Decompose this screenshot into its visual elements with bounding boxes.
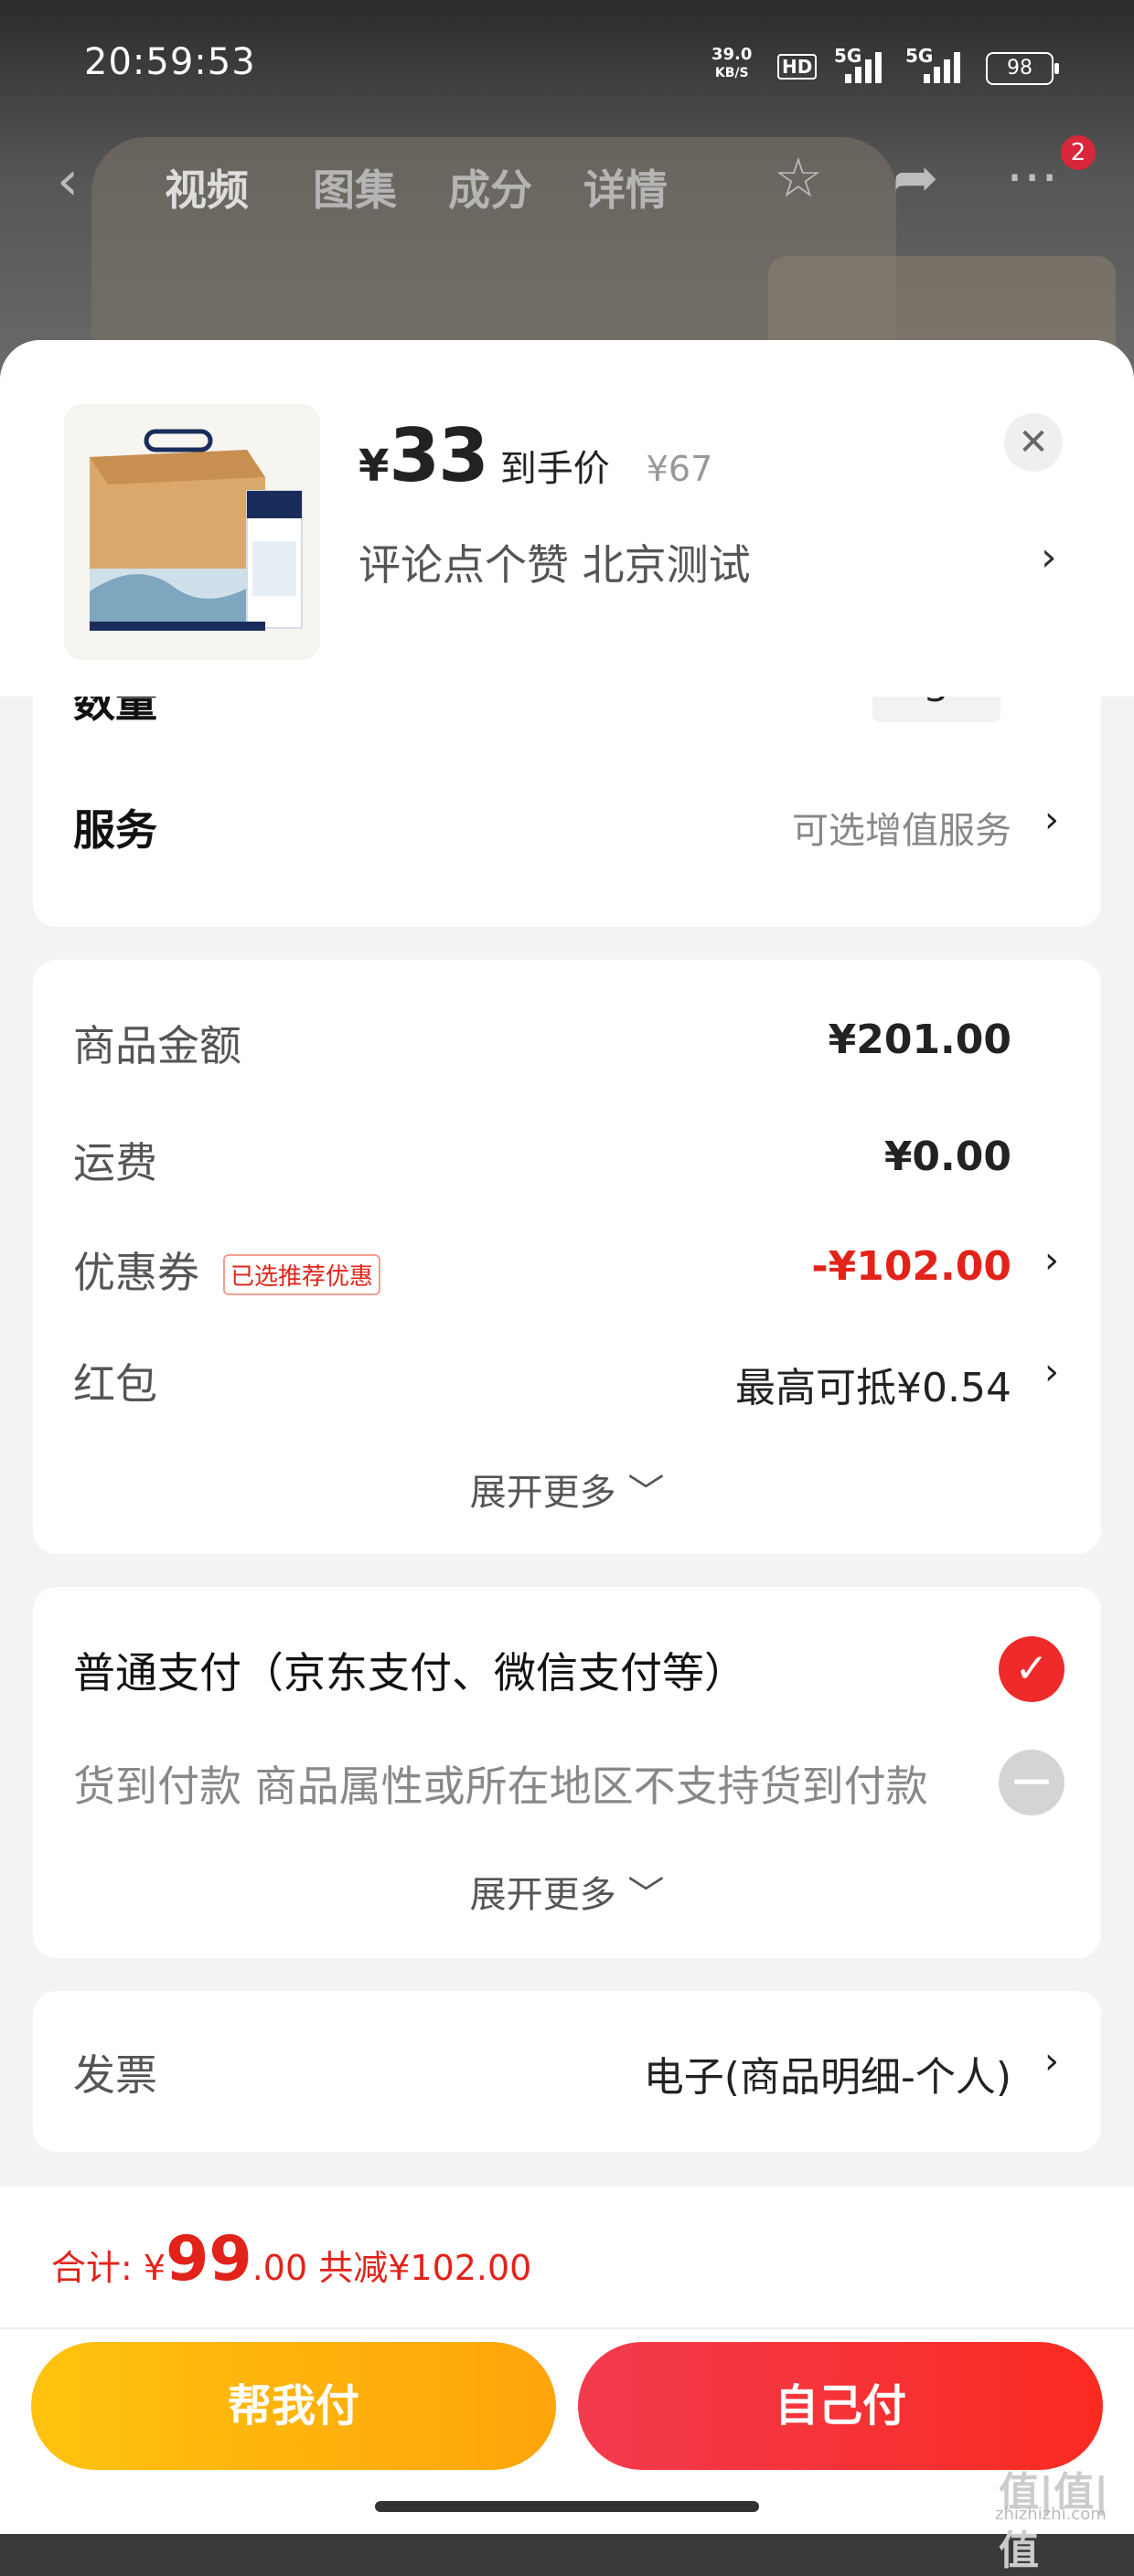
tab-ingredients[interactable]: 成分 xyxy=(448,157,532,218)
chevron-right-icon[interactable]: › xyxy=(1041,534,1057,580)
coupon-label: 优惠券 xyxy=(73,1248,199,1297)
currency-symbol: ¥ xyxy=(358,441,390,492)
favorite-star-icon[interactable]: ☆ xyxy=(774,146,823,210)
expand-more-button[interactable]: 展开更多 ﹀ xyxy=(33,1463,1101,1516)
status-time: 20:59:53 xyxy=(84,41,256,83)
top-nav: ‹ 视频 图集 成分 详情 ☆ ➦ ··· 2 xyxy=(0,135,1134,219)
total-integer: 99 xyxy=(166,2223,252,2295)
back-icon[interactable]: ‹ xyxy=(57,154,79,208)
signal-bars-icon xyxy=(845,50,887,83)
payment-card: 普通支付（京东支付、微信支付等） ✓ 货到付款 商品属性或所在地区不支持货到付款… xyxy=(33,1587,1101,1958)
battery-icon: 98 xyxy=(986,52,1059,85)
disabled-minus-icon: − xyxy=(999,1750,1064,1815)
cod-label: 货到付款 商品属性或所在地区不支持货到付款 xyxy=(73,1762,928,1811)
invoice-value[interactable]: 电子(商品明细-个人) xyxy=(644,2044,1011,2102)
invoice-label: 发票 xyxy=(73,2050,157,2100)
checked-icon[interactable]: ✓ xyxy=(999,1636,1064,1702)
redpacket-value[interactable]: 最高可抵¥0.54 xyxy=(735,1355,1011,1413)
redpacket-label: 红包 xyxy=(73,1359,157,1409)
coupon-value[interactable]: -¥102.00 xyxy=(811,1243,1011,1290)
product-header: ¥33 到手价 ¥67 评论点个赞 北京测试 › ✕ xyxy=(0,340,1134,697)
total-label: 合计: ¥ xyxy=(51,2248,166,2288)
chevron-right-icon[interactable]: › xyxy=(1044,1240,1059,1282)
total-amount: 合计: ¥99.00 共减¥102.00 xyxy=(51,2223,531,2295)
invoice-card[interactable]: 发票 电子(商品明细-个人) › xyxy=(33,1991,1101,2152)
status-bar: 20:59:53 39.0 KB/S HD 5G 5G 98 xyxy=(0,41,1134,96)
product-thumbnail xyxy=(64,404,320,660)
expand-more-button[interactable]: 展开更多 ﹀ xyxy=(33,1865,1101,1918)
goods-amount-label: 商品金额 xyxy=(73,1021,241,1070)
total-decimal: .00 xyxy=(251,2248,308,2288)
tab-video[interactable]: 视频 xyxy=(165,157,249,218)
chevron-down-icon: ﹀ xyxy=(627,1874,665,1916)
total-reduction: 共减¥102.00 xyxy=(307,2248,532,2288)
home-indicator[interactable] xyxy=(375,2501,759,2512)
notification-badge: 2 xyxy=(1061,135,1096,170)
goods-amount-value: ¥201.00 xyxy=(828,1017,1011,1063)
self-pay-button[interactable]: 自己付 xyxy=(578,2342,1103,2470)
network-speed: 39.0 KB/S xyxy=(711,45,753,81)
hd-icon: HD xyxy=(777,54,818,80)
tab-gallery[interactable]: 图集 xyxy=(313,157,397,218)
final-price: 33 xyxy=(389,413,488,498)
watermark-site: zhizhizhi.com xyxy=(995,2505,1107,2524)
service-label: 服务 xyxy=(73,805,157,855)
original-price: ¥67 xyxy=(646,449,713,489)
close-icon[interactable]: ✕ xyxy=(1004,413,1063,472)
tab-details[interactable]: 详情 xyxy=(583,157,668,218)
chevron-right-icon[interactable]: › xyxy=(1044,799,1059,841)
price-label: 到手价 xyxy=(499,448,610,490)
help-pay-button[interactable]: 帮我付 xyxy=(31,2342,556,2470)
footer-divider xyxy=(0,2327,1134,2329)
price-row: ¥33 到手价 ¥67 xyxy=(358,413,713,498)
shipping-label: 运费 xyxy=(73,1138,157,1187)
product-subtitle[interactable]: 评论点个赞 北京测试 xyxy=(358,532,751,592)
amount-card: 商品金额 ¥201.00 运费 ¥0.00 优惠券 已选推荐优惠 -¥102.0… xyxy=(33,960,1101,1554)
more-icon[interactable]: ··· xyxy=(1006,146,1058,210)
service-value[interactable]: 可选增值服务 xyxy=(792,801,1011,854)
chevron-down-icon: ﹀ xyxy=(627,1472,665,1514)
signal-bars-icon-2 xyxy=(924,50,966,83)
chevron-right-icon[interactable]: › xyxy=(1044,2040,1059,2082)
checkout-footer: 合计: ¥99.00 共减¥102.00 帮我付 自己付 xyxy=(0,2187,1134,2534)
normal-pay-label[interactable]: 普通支付（京东支付、微信支付等） xyxy=(73,1640,746,1700)
coupon-tag: 已选推荐优惠 xyxy=(223,1254,381,1295)
share-icon[interactable]: ➦ xyxy=(893,146,938,210)
shipping-value: ¥0.00 xyxy=(883,1134,1011,1180)
chevron-right-icon[interactable]: › xyxy=(1044,1351,1059,1393)
